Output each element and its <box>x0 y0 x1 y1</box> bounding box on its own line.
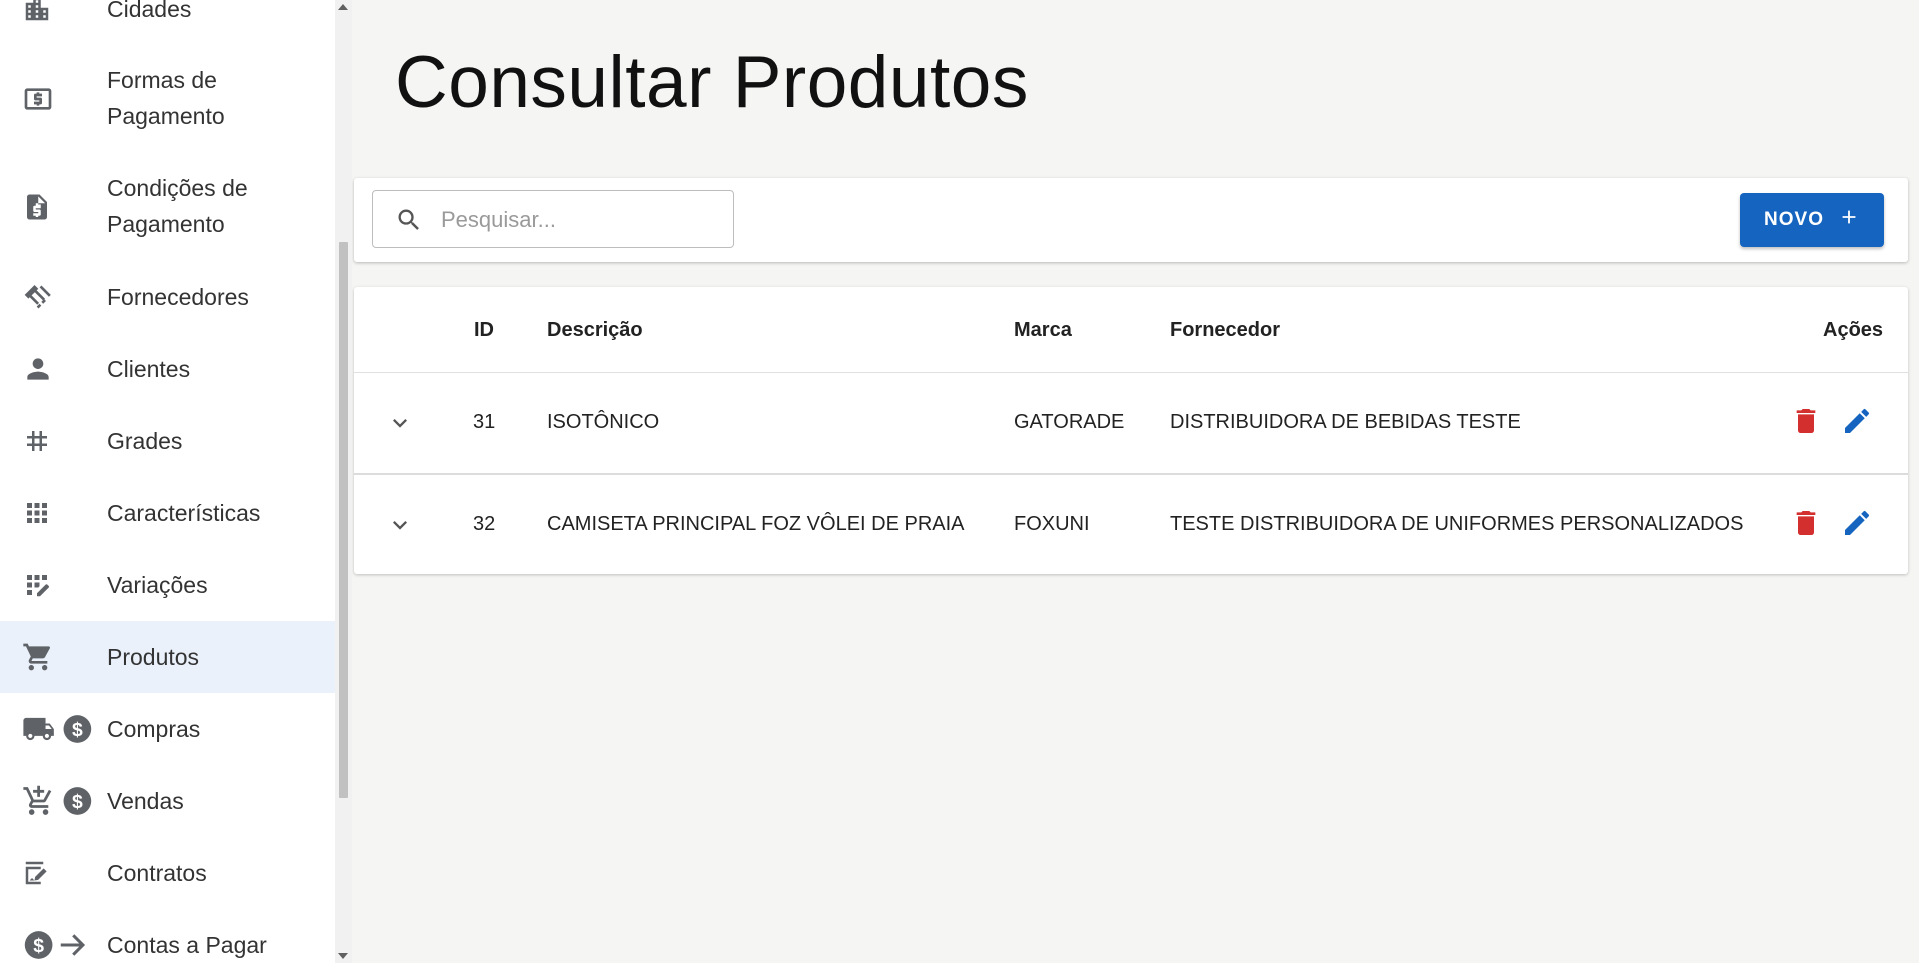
toolbar: NOVO <box>354 178 1908 262</box>
contract-icon <box>22 853 98 893</box>
cell-marca: FOXUNI <box>1014 513 1090 535</box>
cell-fornecedor: DISTRIBUIDORA DE BEBIDAS TESTE <box>1170 411 1521 433</box>
cell-descricao: ISOTÔNICO <box>547 411 660 433</box>
sidebar-scrollbar[interactable] <box>335 0 352 963</box>
sidebar-item-produtos[interactable]: Produtos <box>0 621 335 693</box>
sidebar-item-label: Grades <box>107 428 183 454</box>
column-header-fornecedor[interactable]: Fornecedor <box>1170 319 1280 342</box>
search-input[interactable] <box>439 199 723 241</box>
cell-descricao: CAMISETA PRINCIPAL FOZ VÔLEI DE PRAIA <box>547 513 965 535</box>
svg-text:$: $ <box>33 935 44 957</box>
sidebar-item-variacoes[interactable]: Variações <box>0 551 335 619</box>
sidebar-item-clientes[interactable]: Clientes <box>0 335 335 403</box>
dollar-arrow-icon: $ <box>22 925 98 963</box>
sidebar-item-vendas[interactable]: $ Vendas <box>0 767 335 835</box>
cell-id: 32 <box>473 513 496 535</box>
sidebar-item-label: Produtos <box>107 644 200 670</box>
svg-text:$: $ <box>72 791 83 813</box>
sidebar-item-label: Cidades <box>107 0 192 22</box>
edit-icon[interactable] <box>1841 507 1873 544</box>
truck-dollar-icon: $ <box>22 709 98 749</box>
sidebar-item-condicoes-de-pagamento[interactable]: Condições de Pagamento <box>0 162 335 252</box>
column-header-id[interactable]: ID <box>474 319 494 342</box>
sidebar-item-label: Vendas <box>107 788 184 814</box>
invoice-icon <box>22 187 98 227</box>
cell-marca: GATORADE <box>1014 411 1125 433</box>
products-table: ID Descrição Marca Fornecedor Ações 31 I… <box>354 287 1908 574</box>
new-button-label: NOVO <box>1764 209 1824 230</box>
sidebar-item-fornecedores[interactable]: Fornecedores <box>0 263 335 331</box>
sidebar-item-compras[interactable]: $ Compras <box>0 695 335 763</box>
search-icon <box>395 206 423 239</box>
sidebar-item-label: Contratos <box>107 860 207 886</box>
hashtag-icon <box>22 421 98 461</box>
sidebar-item-label: Condições de Pagamento <box>107 175 248 237</box>
cart-add-dollar-icon: $ <box>22 781 98 821</box>
sidebar-item-formas-de-pagamento[interactable]: Formas de Pagamento <box>0 54 335 144</box>
new-button[interactable]: NOVO <box>1740 193 1884 247</box>
delete-icon[interactable] <box>1790 405 1822 442</box>
person-icon <box>22 349 98 389</box>
main-content: Consultar Produtos NOVO ID Descrição Mar… <box>352 0 1919 963</box>
column-header-descricao[interactable]: Descrição <box>547 319 643 342</box>
sidebar-item-caracteristicas[interactable]: Características <box>0 479 335 547</box>
cell-id: 31 <box>473 411 496 433</box>
payment-icon <box>22 79 98 119</box>
column-header-acoes: Ações <box>1823 319 1884 341</box>
scroll-down-arrow-icon[interactable] <box>338 953 348 959</box>
sidebar: Cidades Formas de Pagamento Condições de… <box>0 0 335 963</box>
column-header-marca[interactable]: Marca <box>1014 319 1072 342</box>
sidebar-item-cidades[interactable]: Cidades <box>0 0 335 36</box>
sidebar-item-label: Fornecedores <box>107 284 249 310</box>
sidebar-item-label: Compras <box>107 716 201 742</box>
sidebar-item-contratos[interactable]: Contratos <box>0 839 335 907</box>
chevron-down-icon[interactable] <box>386 409 414 442</box>
page-title: Consultar Produtos <box>395 42 1029 123</box>
sidebar-item-label: Contas a Pagar <box>107 932 267 958</box>
sidebar-item-label: Variações <box>107 572 208 598</box>
city-icon <box>22 0 98 29</box>
grid-edit-icon <box>22 565 98 605</box>
cart-icon <box>22 637 98 677</box>
sidebar-item-contas-a-pagar[interactable]: $ Contas a Pagar <box>0 911 335 963</box>
sidebar-item-label: Características <box>107 500 261 526</box>
delete-icon[interactable] <box>1790 507 1822 544</box>
edit-icon[interactable] <box>1841 405 1873 442</box>
scroll-thumb[interactable] <box>339 242 348 798</box>
chevron-down-icon[interactable] <box>386 511 414 544</box>
handshake-icon <box>22 277 98 317</box>
grid-icon <box>22 493 98 533</box>
plus-icon <box>1838 206 1860 234</box>
sidebar-item-label: Formas de Pagamento <box>107 67 225 129</box>
scroll-up-arrow-icon[interactable] <box>338 4 348 10</box>
sidebar-item-label: Clientes <box>107 356 191 382</box>
cell-fornecedor: TESTE DISTRIBUIDORA DE UNIFORMES PERSONA… <box>1170 513 1744 535</box>
svg-text:$: $ <box>72 719 83 741</box>
search-box[interactable] <box>372 190 734 248</box>
table-row[interactable]: 31 ISOTÔNICO GATORADE DISTRIBUIDORA DE B… <box>354 373 1908 474</box>
table-row[interactable]: 32 CAMISETA PRINCIPAL FOZ VÔLEI DE PRAIA… <box>354 475 1908 576</box>
sidebar-item-grades[interactable]: Grades <box>0 407 335 475</box>
